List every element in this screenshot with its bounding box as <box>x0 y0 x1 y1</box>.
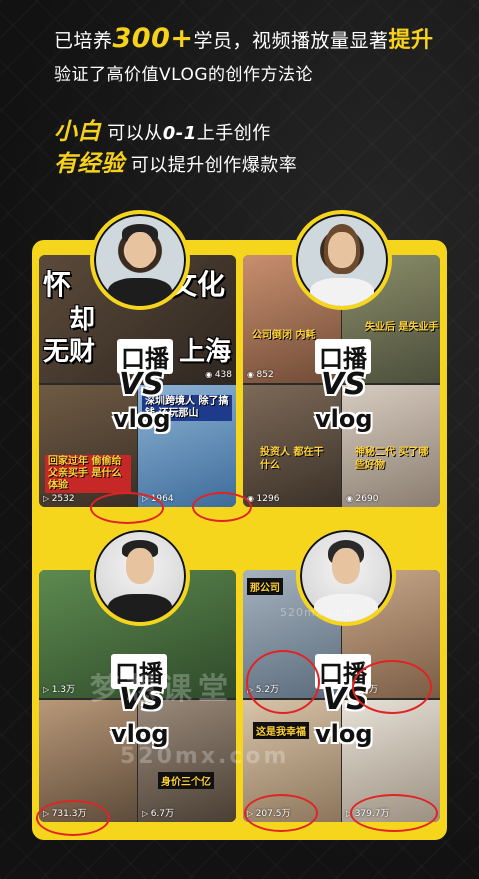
line3-rest: 可以从 <box>101 123 163 144</box>
beginner-label: 小白 <box>54 119 101 145</box>
avatar-face <box>126 232 154 268</box>
video-caption: 那公司 <box>247 578 283 595</box>
vlog-label: vlog <box>315 405 373 433</box>
avatar-face <box>126 548 154 584</box>
view-count: 379.7万 <box>346 806 390 819</box>
view-count: 2532 <box>43 494 75 504</box>
view-count: 731.3万 <box>43 806 87 819</box>
creator-avatar <box>90 526 190 626</box>
thumbnail-text: 无财 <box>43 337 96 367</box>
video-thumbnail[interactable]: 投资人 都在干什么 1296 <box>243 385 341 507</box>
vs-label: VS <box>119 367 164 402</box>
student-count: 300+ <box>112 23 194 54</box>
video-thumbnail[interactable]: 379.7万 <box>342 700 440 822</box>
watermark-text: 梦想课堂 <box>90 672 234 707</box>
view-count: 1964 <box>142 494 174 504</box>
watermark-domain: 520mx.com <box>120 744 290 769</box>
headline-middle: 学员，视频播放量显著 <box>193 30 389 52</box>
experienced-label: 有经验 <box>54 151 125 177</box>
avatar-shirt <box>108 594 172 622</box>
thumbnail-text: 上海 <box>179 337 232 367</box>
view-count: 2690 <box>346 494 379 504</box>
line3-tail: 上手创作 <box>196 123 271 144</box>
vs-label: VS <box>323 682 368 717</box>
vs-label: VS <box>321 367 366 402</box>
line4-rest: 可以提升创作爆款率 <box>124 155 298 176</box>
view-count: 1.3万 <box>43 682 75 695</box>
video-thumbnail-bottom: 投资人 都在干什么 1296 神秘二代 买了哪些好物 2690 <box>243 385 440 507</box>
video-caption: 公司倒闭 内耗 <box>252 330 316 341</box>
thumbnail-text: 怀 <box>43 268 72 301</box>
view-count: 6.7万 <box>142 806 174 819</box>
vlog-label: vlog <box>315 720 373 748</box>
headline-line-1: 已培养300+学员，视频播放量显著提升 <box>54 22 434 54</box>
view-count: 207.5万 <box>247 806 291 819</box>
video-caption: 神秘二代 买了哪些好物 <box>355 447 429 471</box>
headline-emphasis: 提升 <box>388 28 434 53</box>
watermark-domain-small: 520mx.com <box>280 606 355 619</box>
video-caption: 回家过年 偷偷给父亲买手 是什么体验 <box>45 455 131 493</box>
video-thumbnail-bottom: 回家过年 偷偷给父亲买手 是什么体验 2532 深圳跨境人 除了搞钱 还玩那山 … <box>39 385 236 507</box>
avatar-face <box>328 232 356 268</box>
avatar-shirt <box>310 278 374 306</box>
zero-to-one: 0-1 <box>162 123 197 144</box>
video-thumbnail[interactable]: 深圳跨境人 除了搞钱 还玩那山 1964 <box>138 385 236 507</box>
headline-line-4: 有经验 可以提升创作爆款率 <box>54 144 297 178</box>
video-thumbnail[interactable]: 神秘二代 买了哪些好物 2690 <box>342 385 440 507</box>
video-caption: 失业后 是失业手 <box>365 322 439 333</box>
vlog-label: vlog <box>113 405 171 433</box>
creator-avatar <box>292 210 392 310</box>
view-count: 852 <box>247 370 274 380</box>
view-count: 5.2万 <box>247 682 279 695</box>
view-count: 1296 <box>247 494 280 504</box>
headline-line-2: 验证了高价值VLOG的创作方法论 <box>54 65 314 85</box>
headline-prefix: 已培养 <box>54 30 113 52</box>
view-count: 438 <box>205 370 232 380</box>
video-caption: 投资人 都在干什么 <box>260 447 324 471</box>
video-caption: 身价三个亿 <box>158 772 214 789</box>
video-thumbnail[interactable]: 回家过年 偷偷给父亲买手 是什么体验 2532 <box>39 385 137 507</box>
creator-avatar <box>90 210 190 310</box>
avatar-shirt <box>108 278 172 306</box>
avatar-face <box>332 548 360 584</box>
video-caption: 这是我幸福 <box>253 722 309 739</box>
headline-line-3: 小白 可以从0-1上手创作 <box>54 112 271 146</box>
